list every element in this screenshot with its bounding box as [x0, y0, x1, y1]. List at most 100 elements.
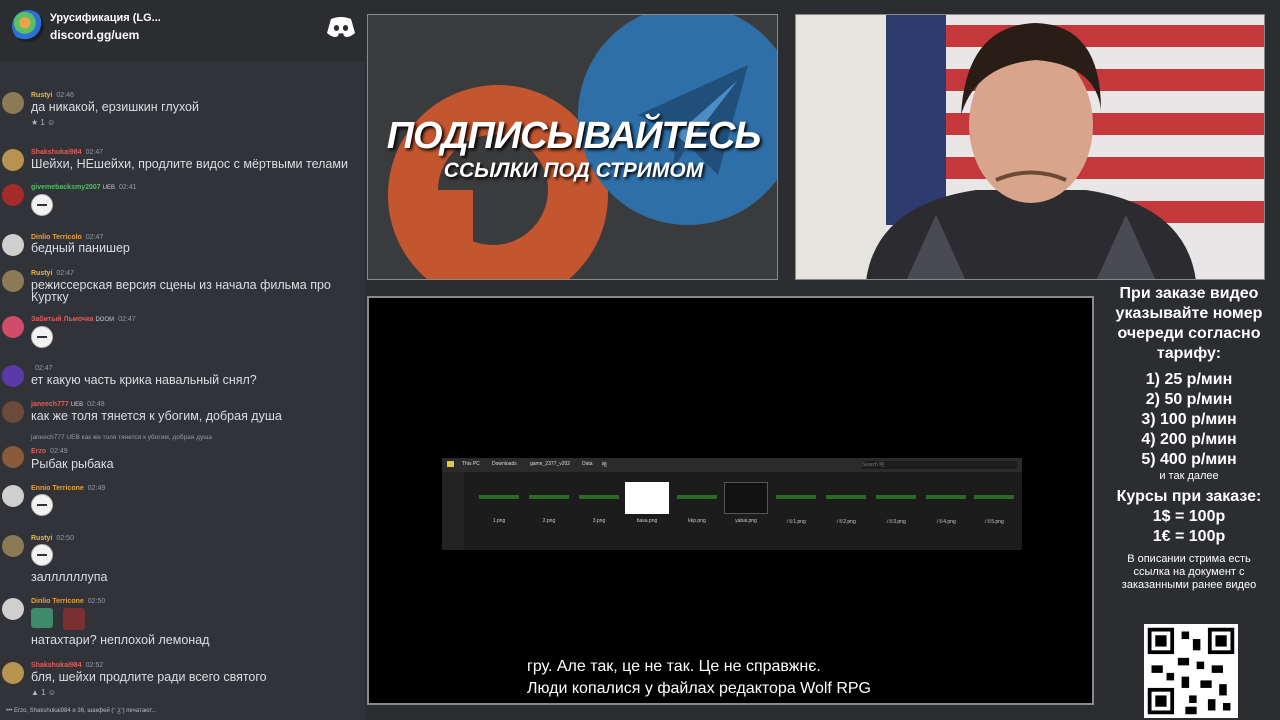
file-item[interactable]: 3.png	[577, 482, 621, 524]
message-text: Шейхи, НЕшейхи, продлите видос с мёртвым…	[31, 157, 348, 171]
server-header[interactable]: Урусификация (LG... discord.gg/uem	[0, 0, 365, 62]
rate-item: 1€ = 100р	[1152, 528, 1226, 545]
qr-code-icon[interactable]	[1144, 624, 1238, 718]
user-avatar[interactable]	[2, 598, 24, 620]
meme-face-emoji	[31, 326, 53, 348]
reaction-count: 1	[41, 688, 46, 697]
file-item[interactable]: ﾉ①5.png	[972, 482, 1016, 525]
username[interactable]: Ennio Terricone	[31, 485, 84, 492]
sticker-image	[63, 608, 85, 630]
file-item[interactable]: 2.png	[527, 482, 571, 524]
promo-title: ПОДПИСЫВАЙТЕСЬ	[386, 115, 762, 157]
file-item[interactable]: kkp.png	[675, 482, 719, 524]
message-text: ет какую часть крика навальный снял?	[31, 373, 257, 387]
message-text: бля, шейхи продлите ради всего святого	[31, 670, 267, 684]
reply-preview[interactable]: janeech777 UEB как же толя тянется к убо…	[31, 434, 212, 441]
file-name: kkp.png	[688, 518, 706, 524]
message-text: натахтари? неплохой лемонад	[31, 633, 210, 647]
user-badge: DOOM	[95, 317, 115, 323]
breadcrumb-item[interactable]: Data	[582, 461, 593, 467]
username[interactable]: janeech777	[31, 401, 69, 408]
address-bar[interactable]: This PC Downloads game_2377_v202 Data 哈 …	[442, 458, 1022, 472]
user-avatar[interactable]	[2, 662, 24, 684]
file-name: ﾉ①3.png	[886, 519, 906, 525]
timestamp: 02:49	[87, 485, 106, 492]
meme-face-emoji	[31, 194, 53, 216]
promo-banner: ПОДПИСЫВАЙТЕСЬ ССЫЛКИ ПОД СТРИМОМ	[367, 14, 778, 280]
file-item[interactable]: 1.png	[477, 482, 521, 524]
order-heading: При заказе видео указывайте номер очеред…	[1115, 285, 1263, 362]
user-avatar[interactable]	[2, 92, 24, 114]
chat-panel: Урусификация (LG... discord.gg/uem Rusty…	[0, 0, 365, 720]
folder-icon	[447, 461, 454, 467]
username[interactable]: givemebacksmy2007	[31, 184, 101, 191]
username[interactable]: Shakshukai984	[31, 662, 82, 669]
sticker-image	[31, 608, 53, 628]
user-avatar[interactable]	[2, 149, 24, 171]
timestamp: 02:47	[85, 234, 104, 241]
file-item[interactable]: ﾉ①1.png	[774, 482, 818, 525]
message-text: заллллллупа	[31, 570, 108, 584]
rates-heading: Курсы при заказе:	[1116, 488, 1262, 505]
promo-subtitle: ССЫЛКИ ПОД СТРИМОМ	[443, 159, 704, 182]
message-text: как же толя тянется к убогим, добрая душ…	[31, 409, 282, 423]
tier-item: 2) 50 р/мин	[1145, 391, 1233, 408]
reaction[interactable]: ▲ 1 ☺	[31, 688, 56, 697]
file-item[interactable]: basa.png	[625, 482, 669, 524]
user-avatar[interactable]	[2, 316, 24, 338]
breadcrumb-item[interactable]: Downloads	[492, 461, 517, 467]
username[interactable]: Dinlio Terricolo	[31, 234, 82, 241]
server-invite-link[interactable]: discord.gg/uem	[50, 28, 139, 42]
username[interactable]: Rustyi	[31, 270, 52, 277]
server-name: Урусификация (LG...	[50, 12, 161, 24]
timestamp: 02:50	[87, 598, 106, 605]
username[interactable]: Rustyi	[31, 92, 52, 99]
user-badge: UEB	[102, 185, 116, 191]
username[interactable]: Erzo	[31, 448, 46, 455]
breadcrumb-item[interactable]: game_2377_v202	[530, 461, 570, 467]
tier-item: 1) 25 р/мин	[1145, 371, 1233, 388]
user-avatar[interactable]	[2, 184, 24, 206]
message-text: Рыбак рыбака	[31, 457, 114, 471]
message-text: режиссерская версия сцены из начала филь…	[31, 278, 331, 304]
file-item[interactable]: ﾉ①2.png	[824, 482, 868, 525]
search-input[interactable]: Search 哈	[862, 461, 1017, 469]
file-name: ﾉ①2.png	[836, 519, 856, 525]
file-item-selected[interactable]: yabai.png	[724, 482, 768, 524]
user-avatar[interactable]	[2, 234, 24, 256]
timestamp: 02:47	[85, 149, 104, 156]
subtitle-line: гру. Але так, це не так. Це не справжнє.	[527, 658, 821, 675]
file-name: 1.png	[492, 518, 506, 524]
tier-item: 4) 200 р/мин	[1141, 431, 1237, 448]
file-item[interactable]: ﾉ①4.png	[924, 482, 968, 525]
file-item[interactable]: ﾉ①3.png	[874, 482, 918, 525]
username[interactable]: Rustyi	[31, 535, 52, 542]
file-name: 2.png	[542, 518, 556, 524]
breadcrumb-item[interactable]: 哈	[602, 461, 607, 468]
video-player[interactable]: This PC Downloads game_2377_v202 Data 哈 …	[367, 296, 1094, 705]
meme-face-emoji	[31, 544, 53, 566]
message-text: да никакой, ерзишкин глухой	[31, 100, 199, 114]
timestamp: 02:47	[56, 270, 74, 277]
username[interactable]: Shakshukai984	[31, 149, 82, 156]
user-avatar[interactable]	[2, 401, 24, 423]
timestamp: 02:46	[56, 92, 74, 99]
user-avatar[interactable]	[2, 535, 24, 557]
typing-indicator: ••• Erzo, Shakshukai984 и 36, шакфей (ᵔ …	[6, 708, 157, 714]
username[interactable]: Dinlio Terricone	[31, 598, 84, 605]
breadcrumb-item[interactable]: This PC	[462, 461, 480, 467]
user-avatar[interactable]	[2, 365, 24, 387]
file-name: ﾉ①5.png	[984, 519, 1004, 525]
file-name: ﾉ①4.png	[936, 519, 956, 525]
user-avatar[interactable]	[2, 270, 24, 292]
description-note: В описании стрима есть ссылка на докумен…	[1121, 553, 1257, 591]
reaction[interactable]: ★ 1 ☺	[31, 118, 55, 127]
username[interactable]: Забитый Льмочка	[31, 316, 93, 323]
file-name: 3.png	[592, 518, 606, 524]
user-avatar[interactable]	[2, 485, 24, 507]
timestamp: 02:47	[118, 316, 136, 323]
file-name: ﾉ①1.png	[786, 519, 806, 525]
subtitle-line: Люди копалися у файлах редактора Wolf RP…	[527, 680, 871, 697]
user-avatar[interactable]	[2, 446, 24, 468]
rate-item: 1$ = 100р	[1152, 508, 1226, 525]
